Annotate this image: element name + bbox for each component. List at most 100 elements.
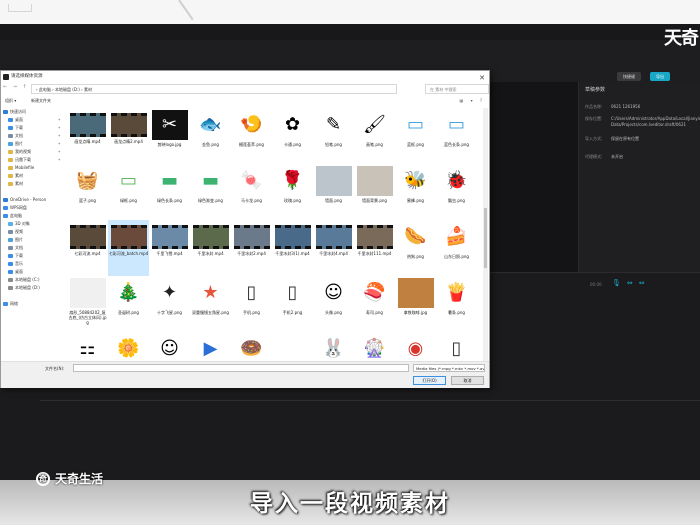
prop-value: 未开启 bbox=[611, 154, 623, 159]
new-folder-button[interactable]: 新建文件夹 bbox=[31, 98, 51, 104]
prop-value: 保留在原有位置 bbox=[611, 136, 639, 141]
file-item[interactable]: 🍤 榴莲荟萃.png bbox=[231, 108, 272, 164]
nav-item[interactable]: 图片 bbox=[3, 236, 65, 244]
file-item[interactable]: 🌹 玫瑰.png bbox=[272, 164, 313, 220]
file-name: 瓢虫.png bbox=[448, 198, 465, 203]
path-breadcrumb[interactable]: › 此电脑 › 本地磁盘 (D:) › 素材 bbox=[31, 84, 397, 94]
file-item[interactable]: 千里冰封.mp4 bbox=[190, 220, 231, 276]
file-item[interactable]: 🐟 金鱼.png bbox=[190, 108, 231, 164]
nav-item-label: 迅雷下载 bbox=[15, 157, 31, 162]
nav-item[interactable]: 音乐 bbox=[3, 260, 65, 268]
file-item[interactable]: ✦ 十字飞星.png bbox=[149, 276, 190, 332]
nav-item[interactable]: 我的视频 ✦ bbox=[3, 148, 65, 156]
file-item[interactable]: ▯ 手机2.png bbox=[272, 276, 313, 332]
file-item[interactable]: 墙面背景.png bbox=[354, 164, 395, 220]
nav-item[interactable]: 文档 ✦ bbox=[3, 132, 65, 140]
file-item[interactable]: 七彩河流.mp4 bbox=[67, 220, 108, 276]
nav-item[interactable]: 桌面 ✦ bbox=[3, 116, 65, 124]
nav-item[interactable]: 素材 bbox=[3, 180, 65, 188]
image-thumbnail: ▶ bbox=[192, 334, 229, 364]
file-name: 蓝框.png bbox=[407, 142, 424, 147]
close-icon[interactable]: ✕ bbox=[479, 72, 485, 84]
grid-scrollbar[interactable] bbox=[483, 108, 488, 366]
file-item[interactable]: 千里飞雪.mp4 bbox=[149, 220, 190, 276]
shortcut-button[interactable]: 快捷键 bbox=[617, 72, 641, 81]
file-item[interactable]: ★ 双重慢镜五角星.png bbox=[190, 276, 231, 332]
file-item[interactable]: ✂ 剪映logo.jpg bbox=[149, 108, 190, 164]
file-name: 头像.png bbox=[325, 310, 342, 315]
file-item[interactable]: 千里冰封3(1).mp4 bbox=[272, 220, 313, 276]
dialog-toolbar: 组织 ▾ 新建文件夹 ▦ ▾ ? bbox=[3, 98, 489, 106]
file-item[interactable]: 拿铁咖啡.jpg bbox=[395, 276, 436, 332]
file-item[interactable]: 🍬 马卡龙.png bbox=[231, 164, 272, 220]
nav-item[interactable]: 快速访问 bbox=[3, 108, 65, 116]
view-options-icon[interactable]: ▦ ▾ ? bbox=[460, 98, 485, 103]
nav-item[interactable]: Mobilefile bbox=[3, 164, 65, 172]
file-item[interactable]: 🖌 画笔.png bbox=[354, 108, 395, 164]
file-item[interactable]: 画龙点睛2.mp4 bbox=[108, 108, 149, 164]
file-item[interactable]: 🧺 篮子.png bbox=[67, 164, 108, 220]
file-item[interactable]: 墙面.png bbox=[313, 164, 354, 220]
file-item[interactable]: 扇形_50884202_复古底_(仿古立体风).jpg bbox=[67, 276, 108, 332]
nav-item-label: 我的视频 bbox=[15, 149, 31, 154]
filename-input[interactable] bbox=[73, 364, 409, 372]
file-item[interactable]: 🐞 瓢虫.png bbox=[436, 164, 477, 220]
image-thumbnail: ▬ bbox=[192, 166, 229, 196]
file-item[interactable]: 🍰 山东日照.png bbox=[436, 220, 477, 276]
thumbnail-glyph-icon: 🌼 bbox=[117, 338, 140, 359]
file-item[interactable]: ▬ 绿色渐变.png bbox=[190, 164, 231, 220]
nav-item[interactable]: 网络 bbox=[3, 300, 65, 308]
file-item[interactable]: ▭ 蓝色长条.png bbox=[436, 108, 477, 164]
nav-item[interactable]: 本地磁盘 (C:) bbox=[3, 276, 65, 284]
export-button[interactable]: 导出 bbox=[650, 72, 670, 81]
nav-item[interactable]: OneDrive - Person bbox=[3, 196, 65, 204]
filetype-select[interactable]: Media files (*.mpg *.mkv *.mov *.avi) bbox=[413, 364, 485, 372]
nav-item[interactable]: 桌面 bbox=[3, 268, 65, 276]
file-item[interactable]: 千里冰封111.mp4 bbox=[354, 220, 395, 276]
nav-item[interactable]: 下载 bbox=[3, 252, 65, 260]
file-item[interactable]: ▯ 手机.png bbox=[231, 276, 272, 332]
nav-item[interactable]: WPS网盘 bbox=[3, 204, 65, 212]
timeline-tools[interactable]: 🎙⇔⇔ bbox=[612, 279, 651, 287]
dialog-title: 请选择媒体资源 bbox=[11, 74, 43, 79]
file-item[interactable]: ✎ 铅笔.png bbox=[313, 108, 354, 164]
file-item[interactable]: ▬ 绿色长条.png bbox=[149, 164, 190, 220]
navigation-pane: 快速访问 桌面 ✦ 下载 ✦ 文档 ✦ 图片 ✦ 我的视频 ✦ 迅雷下载 ✦ Mobilefile 素材 素材… bbox=[3, 108, 65, 366]
thumbnail-glyph-icon: 🍬 bbox=[240, 170, 263, 191]
nav-arrows-icon[interactable]: ← → ↑ bbox=[3, 84, 29, 90]
file-item[interactable]: 🍣 寿司.png bbox=[354, 276, 395, 332]
file-item[interactable]: 🌭 热狗.png bbox=[395, 220, 436, 276]
file-item[interactable]: ▭ 绿框.png bbox=[108, 164, 149, 220]
file-item[interactable]: ▭ 蓝框.png bbox=[395, 108, 436, 164]
nav-item[interactable]: 下载 ✦ bbox=[3, 124, 65, 132]
file-name: 画龙点睛2.mp4 bbox=[114, 139, 143, 144]
nav-item[interactable]: 3D 对象 bbox=[3, 220, 65, 228]
address-bar: ← → ↑ › 此电脑 › 本地磁盘 (D:) › 素材 在 素材 中搜索 bbox=[3, 84, 489, 94]
nav-item[interactable]: 文档 bbox=[3, 244, 65, 252]
organize-menu[interactable]: 组织 ▾ bbox=[5, 98, 16, 104]
nav-item[interactable]: 图片 ✦ bbox=[3, 140, 65, 148]
file-item[interactable]: 🐝 蜜蜂.png bbox=[395, 164, 436, 220]
nav-item[interactable]: 本地磁盘 (D:) bbox=[3, 284, 65, 292]
prop-value: C:/Users/Administrator/AppData/Local/Jia… bbox=[611, 116, 700, 127]
file-item[interactable]: 千里冰封4.mp4 bbox=[313, 220, 354, 276]
image-thumbnail: ✦ bbox=[151, 278, 188, 308]
nav-item[interactable]: 视频 bbox=[3, 228, 65, 236]
open-button[interactable]: 打开(O) bbox=[413, 376, 446, 385]
scroll-thumb[interactable] bbox=[484, 208, 487, 268]
pin-icon: ✦ bbox=[57, 141, 61, 146]
thumbnail-glyph-icon: 🍣 bbox=[363, 282, 386, 303]
file-item[interactable]: ✿ 卡通.png bbox=[272, 108, 313, 164]
nav-item[interactable]: 此电脑 bbox=[3, 212, 65, 220]
file-item[interactable]: 画龙点睛.mp4 bbox=[67, 108, 108, 164]
file-item[interactable]: 🎄 圣诞树.png bbox=[108, 276, 149, 332]
nav-item[interactable]: 迅雷下载 ✦ bbox=[3, 156, 65, 164]
image-thumbnail: 🌼 bbox=[110, 334, 147, 364]
file-item[interactable]: 千里冰封2.mp4 bbox=[231, 220, 272, 276]
file-item[interactable]: ☺ 头像.png bbox=[313, 276, 354, 332]
nav-item[interactable]: 素材 bbox=[3, 172, 65, 180]
file-item[interactable]: 七彩河流_batch.mp4 bbox=[108, 220, 149, 276]
file-item[interactable]: 🍟 薯条.png bbox=[436, 276, 477, 332]
search-input[interactable]: 在 素材 中搜索 bbox=[425, 84, 489, 94]
cancel-button[interactable]: 取消 bbox=[451, 376, 484, 385]
